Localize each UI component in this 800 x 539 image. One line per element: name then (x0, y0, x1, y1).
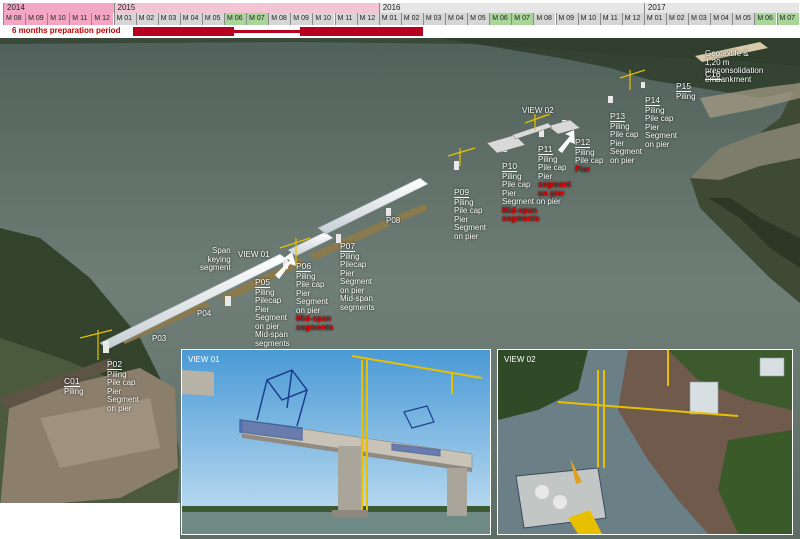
view02-pier (689, 381, 719, 415)
timeline-month: M 05 (201, 13, 224, 25)
view02-render: VIEW 02 (498, 350, 792, 534)
timeline-month: M 12 (91, 13, 114, 25)
timeline-month: M 06 (489, 13, 512, 25)
timeline-month: M 10 (312, 13, 335, 25)
view01-title: VIEW 01 (188, 355, 220, 364)
label-p15: P15 Piling (676, 81, 696, 101)
label-c16-name: C16 (705, 69, 721, 80)
timeline-month: M 03 (688, 13, 711, 25)
view01-render: VIEW 01 (182, 350, 490, 534)
inset-view02: VIEW 02 (497, 349, 793, 535)
construction-timeline: 2014 2015 2016 2017 M 08 M 09 M 10 M 11 M 12 M 0… (0, 0, 800, 38)
timeline-month: M 01 (643, 13, 666, 25)
timeline-month: M 06 (754, 13, 777, 25)
label-p14: P14 Piling Pile cap Pier Segment on pier (645, 95, 678, 149)
timeline-month: M 12 (356, 13, 379, 25)
aerial-bridge-scene: Geotextile & 1,20 m preconsolidation embank… (0, 38, 800, 539)
view01-deck (182, 370, 214, 396)
inset-view01: VIEW 01 (181, 349, 491, 535)
preparation-period-label: 6 months preparation period (12, 26, 121, 35)
timeline-month: M 08 (268, 13, 291, 25)
timeline-year: 2015 (113, 3, 379, 13)
label-p04: P04 (197, 309, 212, 318)
timeline-month: M 06 (224, 13, 247, 25)
schedule-bar-2 (300, 27, 423, 36)
label-p13: P13 Piling Pile cap Pier Segment on pier (610, 111, 643, 165)
timeline-month: M 04 (445, 13, 468, 25)
timeline-month: M 03 (422, 13, 445, 25)
timeline-month: M 08 (533, 13, 556, 25)
timeline-month: M 07 (776, 13, 799, 25)
view01-tag: VIEW 01 (238, 250, 270, 259)
timeline-month: M 08 (3, 13, 26, 25)
timeline-year: 2016 (378, 3, 644, 13)
schedule-bar-1 (133, 27, 234, 36)
timeline-month: M 03 (157, 13, 180, 25)
label-p07: P07 Piling Pilecap Pier Segment on pier Mid-s… (340, 241, 375, 312)
view02-tag: VIEW 02 (522, 106, 554, 115)
timeline-month: M 09 (25, 13, 48, 25)
label-p12: P12 Piling Pile cap Pier (575, 137, 604, 174)
timeline-month: M 07 (511, 13, 534, 25)
timeline-month: M 11 (334, 13, 357, 25)
timeline-year: 2014 (3, 3, 114, 13)
timeline-year: 2017 (643, 3, 799, 13)
label-span-keying: Span keying segment (200, 246, 231, 272)
label-p10: P10 Piling Pile cap Pier Segment on pier Mid… (502, 161, 561, 223)
view02-title: VIEW 02 (504, 355, 536, 364)
timeline-month: M 09 (290, 13, 313, 25)
label-c01: C01 Piling (64, 376, 84, 396)
label-p02: P02 Piling Pile cap Pier Segment on pier (107, 359, 140, 413)
timeline-month: M 01 (113, 13, 136, 25)
timeline-month: M 02 (400, 13, 423, 25)
timeline-month: M 09 (555, 13, 578, 25)
label-p03: P03 (152, 334, 167, 343)
timeline-month: M 12 (621, 13, 644, 25)
timeline-month: M 02 (666, 13, 689, 25)
label-p09: P09 Piling Pile cap Pier Segment on pier (454, 187, 487, 241)
timeline-month: M 02 (135, 13, 158, 25)
view01-pier-1 (338, 446, 362, 516)
timeline-month: M 04 (179, 13, 202, 25)
label-p08: P08 (386, 216, 401, 225)
timeline-month: M 04 (710, 13, 733, 25)
timeline-month: M 05 (732, 13, 755, 25)
timeline-month: M 05 (467, 13, 490, 25)
timeline-month: M 10 (47, 13, 70, 25)
timeline-month: M 11 (69, 13, 92, 25)
label-p05: P05 Piling Pilecap Pier Segment on pier Mid-s… (255, 277, 290, 348)
label-p06: P06 Piling Pile cap Pier Segment on pier Mid-… (296, 261, 334, 332)
timeline-month: M 01 (378, 13, 401, 25)
timeline-month: M 11 (599, 13, 622, 25)
timeline-month: M 10 (577, 13, 600, 25)
timeline-month: M 07 (246, 13, 269, 25)
schedule-bar-link (234, 30, 300, 33)
